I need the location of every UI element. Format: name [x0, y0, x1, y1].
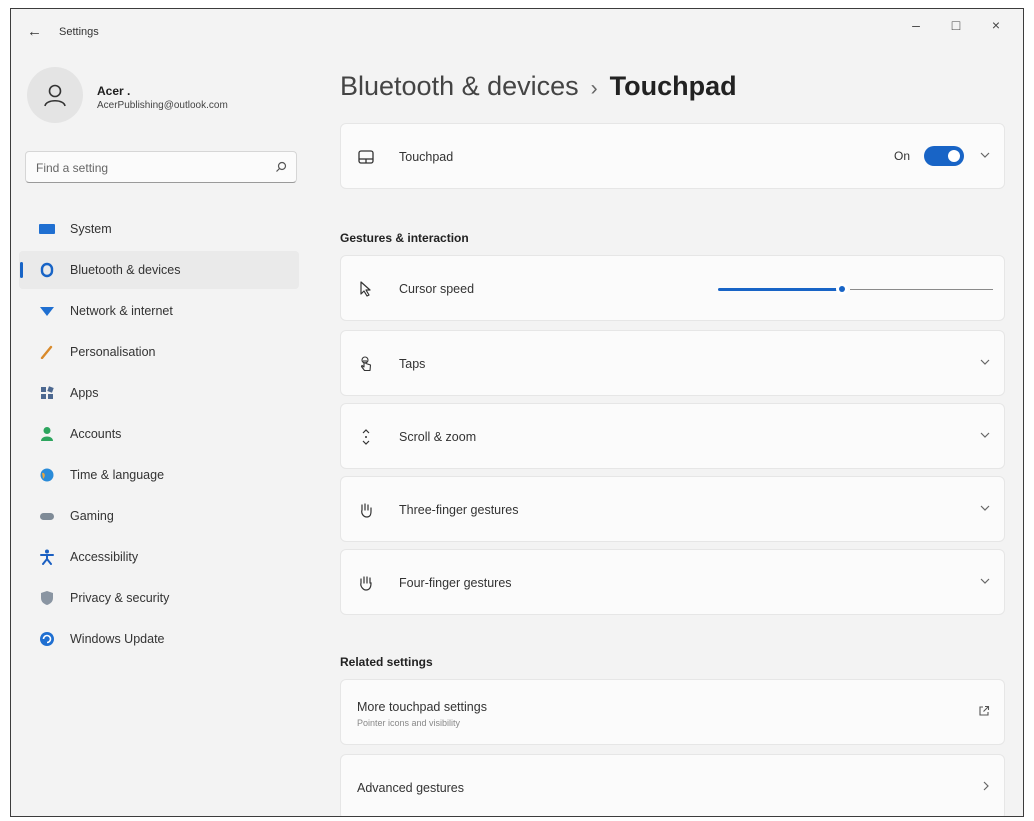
more-touchpad-sublabel: Pointer icons and visibility [357, 718, 461, 728]
sidebar-item-apps[interactable]: Apps [19, 374, 299, 412]
cursor-icon [357, 280, 375, 298]
accounts-icon [39, 426, 55, 442]
touchpad-toggle-group: On [894, 146, 964, 166]
slider-track [850, 289, 993, 290]
three-finger-card[interactable]: Three-finger gestures [340, 476, 1005, 542]
close-button[interactable]: × [981, 17, 1011, 33]
sidebar-item-label: Accessibility [70, 550, 139, 564]
user-name: Acer . [97, 84, 131, 98]
breadcrumb-parent[interactable]: Bluetooth & devices [340, 71, 579, 101]
gamepad-icon [39, 508, 55, 524]
touchpad-toggle[interactable] [924, 146, 964, 166]
accessibility-icon [39, 549, 55, 565]
chevron-down-icon [980, 430, 990, 442]
chevron-down-icon [980, 503, 990, 515]
toggle-knob [948, 150, 960, 162]
three-finger-icon [357, 501, 375, 519]
maximize-button[interactable]: □ [941, 17, 971, 33]
expander-label: Three-finger gestures [399, 503, 519, 517]
sidebar-item-label: Gaming [70, 509, 114, 523]
sidebar-item-bluetooth[interactable]: Bluetooth & devices [19, 251, 299, 289]
slider-fill [718, 288, 842, 291]
chevron-down-icon[interactable] [980, 150, 990, 162]
search-input[interactable] [34, 158, 268, 178]
sidebar-item-accounts[interactable]: Accounts [19, 415, 299, 453]
user-avatar-icon [27, 67, 83, 123]
tap-icon [357, 355, 375, 373]
sidebar-item-system[interactable]: System [19, 210, 299, 248]
page-title: Touchpad [609, 71, 737, 101]
related-section-title: Related settings [340, 655, 433, 669]
sidebar-item-label: Time & language [70, 468, 165, 482]
more-touchpad-label: More touchpad settings [357, 700, 487, 714]
sidebar-item-label: Privacy & security [70, 591, 170, 605]
four-finger-icon [357, 574, 375, 592]
sidebar-item-accessibility[interactable]: Accessibility [19, 538, 299, 576]
app-title: Settings [59, 26, 99, 38]
bluetooth-icon [39, 262, 55, 278]
scroll-card[interactable]: Scroll & zoom [340, 403, 1005, 469]
more-touchpad-settings-card[interactable]: More touchpad settings Pointer icons and… [340, 679, 1005, 745]
sidebar-item-label: Bluetooth & devices [70, 263, 181, 277]
cursor-speed-slider[interactable] [718, 283, 993, 295]
gestures-section-title: Gestures & interaction [340, 231, 469, 245]
sidebar-nav: System Bluetooth & devices Network & inter… [19, 210, 299, 661]
update-icon [39, 631, 55, 647]
chevron-right-icon [982, 781, 990, 794]
sidebar-item-label: Network & internet [70, 304, 173, 318]
touchpad-label: Touchpad [399, 150, 454, 164]
cursor-speed-card: Cursor speed [340, 255, 1005, 321]
settings-window: ← Settings – □ × Acer . AcerPublishing@o… [10, 8, 1024, 817]
expander-label: Four-finger gestures [399, 576, 512, 590]
sidebar-item-update[interactable]: Windows Update [19, 620, 299, 658]
back-arrow-icon[interactable]: ← [27, 23, 42, 40]
slider-thumb[interactable] [836, 283, 848, 295]
breadcrumb-separator: › [590, 77, 598, 100]
touchpad-card[interactable]: Touchpad On [340, 123, 1005, 189]
globe-icon [39, 467, 55, 483]
sidebar-item-shield[interactable]: Privacy & security [19, 579, 299, 617]
sidebar-item-label: Accounts [70, 427, 122, 441]
expander-label: Scroll & zoom [399, 430, 477, 444]
tap-card[interactable]: Taps [340, 330, 1005, 396]
four-finger-card[interactable]: Four-finger gestures [340, 549, 1005, 615]
advanced-gestures-card[interactable]: Advanced gestures [340, 754, 1005, 816]
scroll-icon [357, 428, 375, 446]
sidebar-item-label: Windows Update [70, 632, 165, 646]
chevron-down-icon [980, 576, 990, 588]
minimize-button[interactable]: – [901, 17, 931, 33]
breadcrumb: Bluetooth & devices › Touchpad [340, 71, 737, 102]
system-icon [39, 221, 55, 237]
touchpad-icon [357, 148, 375, 166]
sidebar-item-globe[interactable]: Time & language [19, 456, 299, 494]
sidebar-item-label: System [70, 222, 112, 236]
sidebar-item-label: Apps [70, 386, 99, 400]
active-indicator [20, 262, 23, 278]
search-box [25, 151, 297, 183]
search-icon[interactable] [275, 160, 287, 178]
cursor-speed-label: Cursor speed [399, 282, 475, 296]
sidebar-item-gamepad[interactable]: Gaming [19, 497, 299, 535]
sidebar-item-brush[interactable]: Personalisation [19, 333, 299, 371]
toggle-state-label: On [893, 149, 910, 163]
title-bar: ← Settings – □ × [11, 9, 1023, 53]
sidebar-item-network[interactable]: Network & internet [19, 292, 299, 330]
shield-icon [39, 590, 55, 606]
slider-thumb-dot [839, 286, 845, 292]
advanced-gestures-label: Advanced gestures [357, 781, 465, 795]
network-icon [39, 303, 55, 319]
sidebar-item-label: Personalisation [70, 345, 156, 359]
expander-label: Taps [399, 357, 426, 371]
chevron-down-icon [980, 357, 990, 369]
apps-icon [39, 385, 55, 401]
brush-icon [39, 344, 55, 360]
external-link-icon [978, 704, 990, 722]
user-email: AcerPublishing@outlook.com [97, 100, 228, 111]
